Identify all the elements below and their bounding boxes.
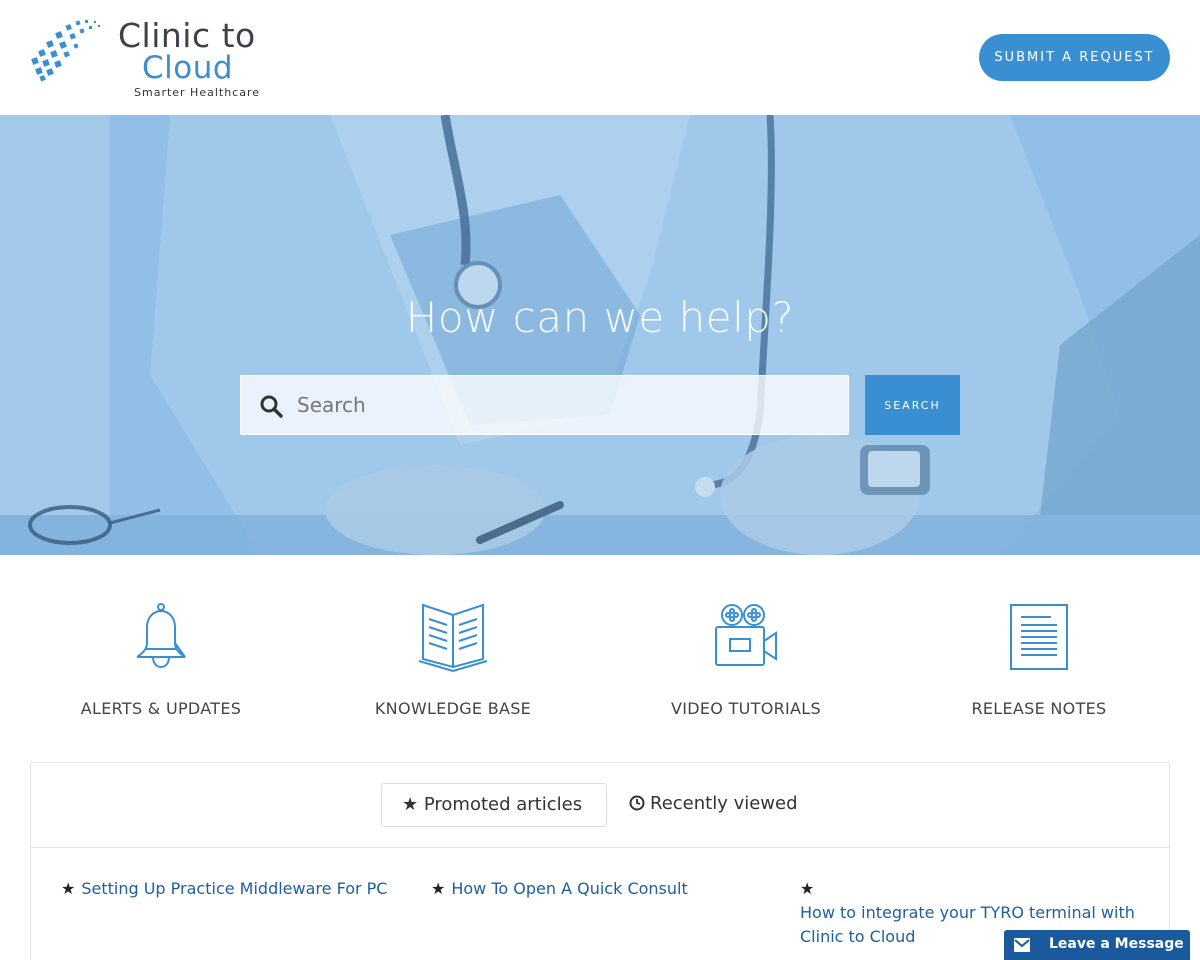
- site-header: Clinic to Cloud Smarter Healthcare SUBMI…: [0, 0, 1200, 115]
- video-camera-icon: [715, 604, 777, 666]
- logo-mark-icon: [31, 20, 100, 82]
- hero-banner: How can we help? SEARCH: [0, 115, 1200, 555]
- article-link[interactable]: How To Open A Quick Consult: [451, 879, 687, 898]
- clock-icon: [629, 795, 645, 811]
- article-link[interactable]: Setting Up Practice Middleware For PC: [81, 879, 387, 898]
- star-icon: ★: [61, 879, 76, 898]
- search-button[interactable]: SEARCH: [865, 375, 960, 435]
- articles-tabs: ★ Promoted articles Recently viewed: [31, 763, 1169, 848]
- articles-panel: ★ Promoted articles Recently viewed ★ Set…: [30, 762, 1170, 960]
- leave-message-widget[interactable]: Leave a Message: [1004, 930, 1190, 960]
- category-label: RELEASE NOTES: [971, 699, 1107, 718]
- category-label: KNOWLEDGE BASE: [374, 699, 532, 718]
- category-video-tutorials[interactable]: VIDEO TUTORIALS: [606, 601, 886, 718]
- tab-recently-viewed-label: Recently viewed: [650, 793, 798, 814]
- logo-tagline: Smarter Healthcare: [134, 86, 261, 99]
- category-release-notes[interactable]: RELEASE NOTES: [899, 601, 1179, 718]
- category-label: VIDEO TUTORIALS: [671, 699, 821, 718]
- tab-recently-viewed[interactable]: Recently viewed: [629, 783, 798, 827]
- leave-message-label: Leave a Message: [1049, 936, 1184, 952]
- category-label: ALERTS & UPDATES: [80, 699, 242, 718]
- logo-text-line2: Cloud: [142, 50, 234, 86]
- category-knowledge-base[interactable]: KNOWLEDGE BASE: [313, 601, 593, 718]
- article-item: ★ How To Open A Quick Consult: [431, 877, 791, 901]
- hero-heading: How can we help?: [405, 293, 795, 342]
- envelope-icon: [1014, 938, 1030, 952]
- document-icon: [1010, 604, 1068, 670]
- category-grid: ALERTS & UPDATES KNOWLEDGE BASE VIDEO TU…: [0, 555, 1200, 755]
- category-alerts-updates[interactable]: ALERTS & UPDATES: [21, 601, 301, 718]
- submit-request-button[interactable]: SUBMIT A REQUEST: [979, 34, 1170, 81]
- search-bar: [240, 375, 849, 435]
- tab-promoted-articles[interactable]: ★ Promoted articles: [381, 783, 607, 827]
- star-icon: ★: [800, 879, 815, 898]
- open-book-icon: [418, 603, 488, 673]
- bell-icon: [136, 603, 186, 669]
- clinic-to-cloud-logo[interactable]: Clinic to Cloud Smarter Healthcare: [30, 16, 270, 100]
- star-icon: ★: [431, 879, 446, 898]
- search-input[interactable]: [297, 376, 837, 434]
- search-icon: [260, 395, 283, 418]
- article-item: ★ Setting Up Practice Middleware For PC: [61, 877, 421, 901]
